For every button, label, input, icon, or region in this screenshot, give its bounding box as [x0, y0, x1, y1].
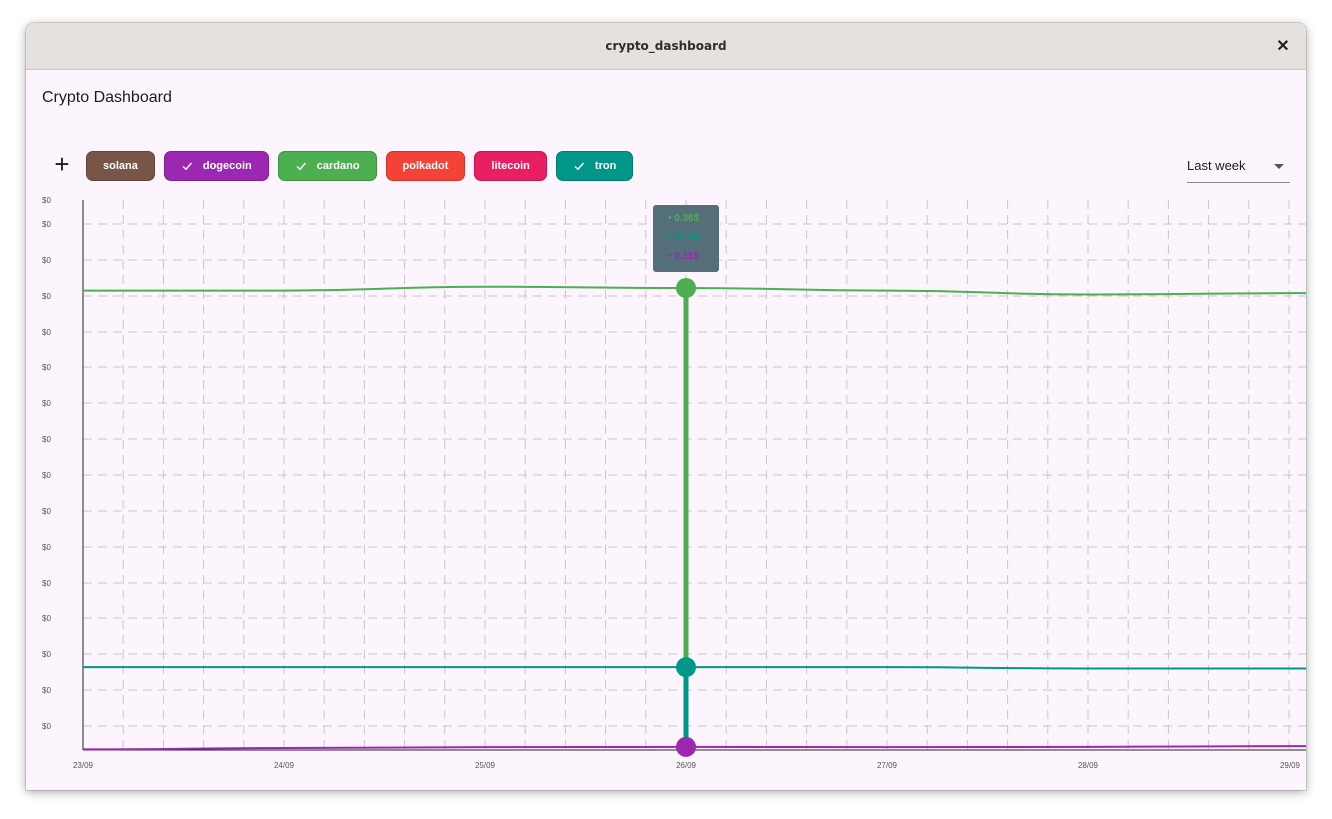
y-tick-label: $0 [42, 579, 51, 588]
highlight-point-dogecoin [676, 736, 696, 757]
y-tick-label: $0 [42, 399, 51, 408]
y-tick-label: $0 [42, 256, 51, 265]
y-tick-label: $0 [42, 220, 51, 229]
y-tick-label: $0 [42, 650, 51, 659]
y-tick-label: $0 [42, 196, 51, 205]
x-tick-label: 26/09 [676, 761, 697, 770]
price-chart[interactable]: $0 $0 $0 $0 $0 $0 $0 $0 $0 $0 $0 $0 $0 $0 $0 $0 23/09 24/… [26, 23, 1306, 790]
y-tick-label: $0 [42, 435, 51, 444]
y-tick-label: $0 [42, 507, 51, 516]
y-tick-label: $0 [42, 471, 51, 480]
y-tick-label: $0 [42, 722, 51, 731]
highlight-point-tron [676, 657, 696, 678]
x-tick-label: 23/09 [73, 761, 94, 770]
tooltip-row-cardano: • 0.36$ [668, 213, 700, 224]
x-tick-label: 29/09 [1280, 761, 1301, 770]
y-tick-label: $0 [42, 292, 51, 301]
y-tick-label: $0 [42, 543, 51, 552]
tooltip-row-dogecoin: • 0.11$ [668, 251, 699, 262]
x-tick-label: 28/09 [1078, 761, 1099, 770]
app-window: crypto_dashboard ✕ Crypto Dashboard + so… [26, 23, 1306, 790]
x-tick-label: 24/09 [274, 761, 295, 770]
x-tick-label: 25/09 [475, 761, 496, 770]
y-tick-label: $0 [42, 328, 51, 337]
y-tick-label: $0 [42, 686, 51, 695]
tooltip-row-tron: • 0.11$ [668, 232, 699, 243]
x-tick-label: 27/09 [877, 761, 898, 770]
highlight-point-cardano [676, 278, 696, 298]
chart-tooltip: • 0.36$ • 0.11$ • 0.11$ [653, 205, 719, 272]
y-tick-label: $0 [42, 614, 51, 623]
y-tick-label: $0 [42, 363, 51, 372]
